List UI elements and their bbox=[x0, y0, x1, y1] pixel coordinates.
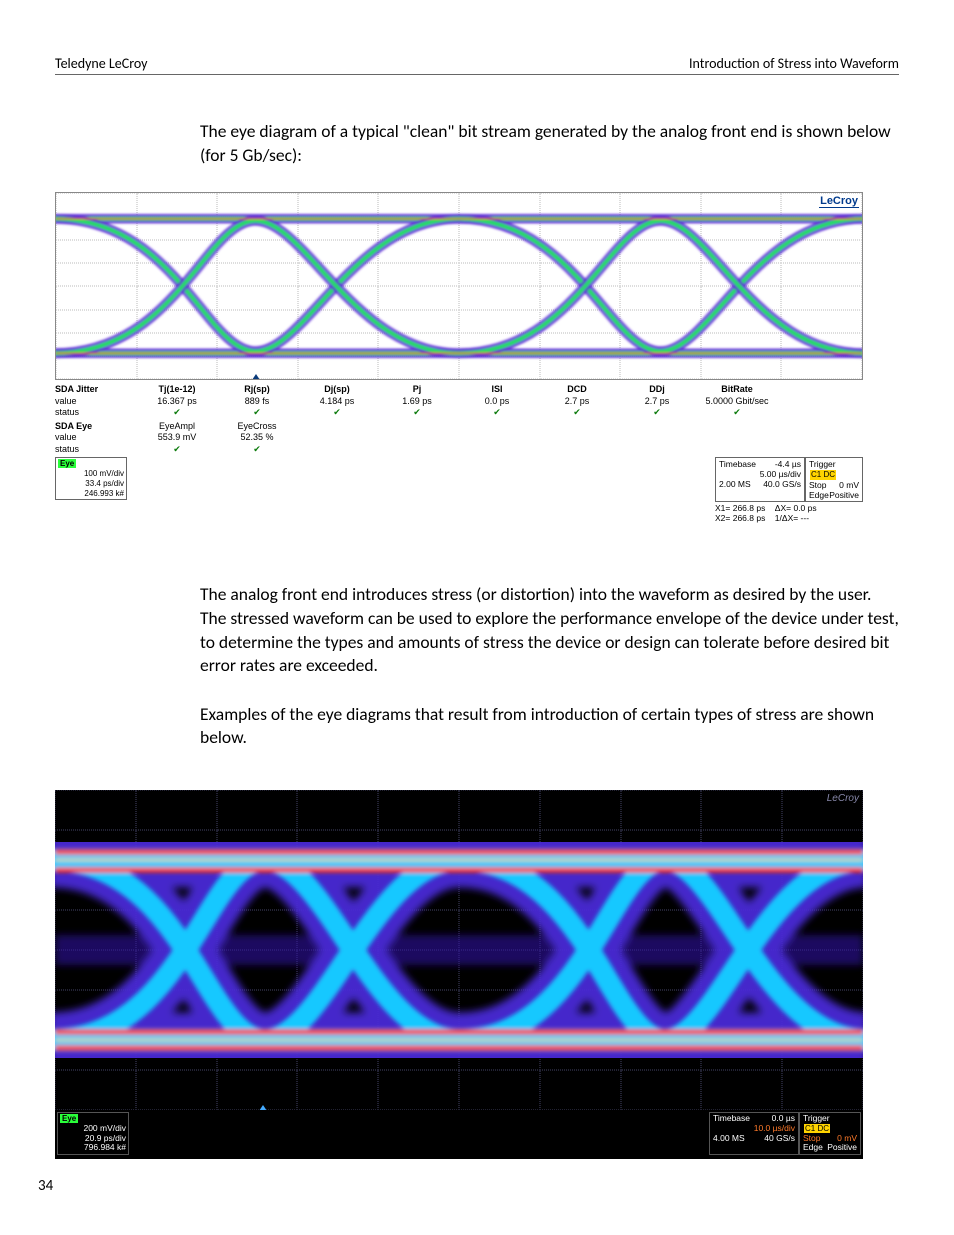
trigger-type: Edge bbox=[809, 490, 829, 500]
val-dj: 4.184 ps bbox=[297, 396, 377, 407]
col-ddj: DDj bbox=[617, 384, 697, 395]
marker-icon bbox=[252, 374, 260, 380]
sda-eye-title: SDA Eye bbox=[55, 421, 137, 432]
col-eyecross: EyeCross bbox=[217, 421, 297, 432]
val-eyecross: 52.35 % bbox=[217, 432, 297, 443]
trigger-box: Trigger C1 DC Stop 0 mV Edge Positive bbox=[799, 1112, 861, 1155]
col-tj: Tj(1e-12) bbox=[137, 384, 217, 395]
page-number: 34 bbox=[38, 1177, 53, 1195]
header-left: Teledyne LeCroy bbox=[55, 55, 148, 72]
val-bitrate: 5.0000 Gbit/sec bbox=[697, 396, 777, 407]
sda-jitter-title: SDA Jitter bbox=[55, 384, 137, 395]
trigger-type: Edge bbox=[803, 1143, 823, 1153]
status-check-icon: ✔ bbox=[697, 407, 777, 418]
timebase-record: 2.00 MS bbox=[719, 479, 751, 489]
brand-label: LeCroy bbox=[819, 195, 859, 208]
status-check-icon: ✔ bbox=[297, 407, 377, 418]
status-check-icon: ✔ bbox=[217, 407, 297, 418]
eye-tdiv: 33.4 ps/div bbox=[58, 479, 124, 489]
trigger-source-badge: C1 DC bbox=[804, 1124, 830, 1133]
eye-count: 246.993 k# bbox=[58, 489, 124, 499]
trigger-box: Trigger C1 DC Stop 0 mV Edge Positive bbox=[805, 457, 863, 502]
col-rj: Rj(sp) bbox=[217, 384, 297, 395]
timebase-title: Timebase bbox=[713, 1114, 750, 1124]
trigger-mode: Stop bbox=[809, 480, 827, 490]
sda-eye-table: SDA Eye EyeAmpl EyeCross value 553.9 mV … bbox=[55, 421, 863, 455]
timebase-div: 5.00 µs/div bbox=[719, 469, 801, 479]
brand-label: LeCroy bbox=[827, 793, 859, 804]
timebase-box: Timebase 0.0 µs 10.0 µs/div 4.00 MS 40 G… bbox=[709, 1112, 799, 1155]
col-bitrate: BitRate bbox=[697, 384, 777, 395]
col-dj: Dj(sp) bbox=[297, 384, 377, 395]
eye-trace-clean bbox=[56, 193, 862, 379]
eye-vdiv: 100 mV/div bbox=[58, 469, 124, 479]
eye-plot-clean: LeCroy bbox=[55, 192, 863, 380]
val-tj: 16.367 ps bbox=[137, 396, 217, 407]
cursor-dx: ΔX= 0.0 ps bbox=[775, 503, 817, 513]
status-check-icon: ✔ bbox=[537, 407, 617, 418]
trigger-slope: Positive bbox=[829, 490, 859, 500]
val-isi: 0.0 ps bbox=[457, 396, 537, 407]
cursor-x2: X2= 266.8 ps bbox=[715, 513, 765, 523]
timebase-record: 4.00 MS bbox=[713, 1134, 745, 1144]
timebase-trigger-panel: Timebase 0.0 µs 10.0 µs/div 4.00 MS 40 G… bbox=[709, 1112, 861, 1155]
eye-trace-stressed bbox=[55, 790, 863, 1110]
eye-plot-stressed: LeCroy bbox=[55, 790, 863, 1110]
timebase-rate: 40.0 GS/s bbox=[763, 479, 801, 489]
timebase-trigger-panel: Timebase -4.4 µs 5.00 µs/div 2.00 MS 40.… bbox=[715, 457, 863, 524]
status-check-icon: ✔ bbox=[217, 444, 297, 455]
cursor-invdx: 1/ΔX= --- bbox=[775, 513, 809, 523]
timebase-title: Timebase bbox=[719, 459, 756, 469]
trigger-slope: Positive bbox=[827, 1143, 857, 1153]
trigger-level: 0 mV bbox=[839, 480, 859, 490]
status-check-icon: ✔ bbox=[457, 407, 537, 418]
paragraph-stress: The analog front end introduces stress (… bbox=[200, 583, 899, 678]
figure-stressed-eye: LeCroy Eye 200 mV/div 20.9 ps/div 796.98… bbox=[55, 790, 863, 1159]
row-value: value bbox=[55, 396, 137, 407]
trigger-source-badge: C1 DC bbox=[810, 470, 836, 480]
row-status: status bbox=[55, 407, 137, 418]
timebase-rate: 40 GS/s bbox=[764, 1134, 795, 1144]
val-dcd: 2.7 ps bbox=[537, 396, 617, 407]
val-eyeampl: 553.9 mV bbox=[137, 432, 217, 443]
col-isi: ISI bbox=[457, 384, 537, 395]
val-pj: 1.69 ps bbox=[377, 396, 457, 407]
status-check-icon: ✔ bbox=[137, 407, 217, 418]
col-pj: Pj bbox=[377, 384, 457, 395]
col-dcd: DCD bbox=[537, 384, 617, 395]
trigger-title: Trigger bbox=[809, 459, 836, 469]
figure-clean-eye: LeCroy SDA Jitter Tj(1e-12) Rj(sp) Dj(sp… bbox=[55, 192, 863, 523]
val-ddj: 2.7 ps bbox=[617, 396, 697, 407]
eye-badge-title: Eye bbox=[60, 1114, 78, 1123]
col-eyeampl: EyeAmpl bbox=[137, 421, 217, 432]
timebase-box: Timebase -4.4 µs 5.00 µs/div 2.00 MS 40.… bbox=[715, 457, 805, 502]
paragraph-intro: The eye diagram of a typical "clean" bit… bbox=[200, 120, 899, 167]
paragraph-examples: Examples of the eye diagrams that result… bbox=[200, 703, 899, 750]
status-check-icon: ✔ bbox=[377, 407, 457, 418]
eye-count: 796.984 k# bbox=[60, 1143, 126, 1153]
trigger-title: Trigger bbox=[803, 1113, 830, 1123]
status-check-icon: ✔ bbox=[137, 444, 217, 455]
row-status: status bbox=[55, 444, 137, 455]
cursor-x1: X1= 266.8 ps bbox=[715, 503, 765, 513]
cursor-readout: X1= 266.8 ps ΔX= 0.0 ps X2= 266.8 ps 1/Δ… bbox=[715, 503, 863, 523]
header-right: Introduction of Stress into Waveform bbox=[689, 55, 899, 72]
eye-badge-title: Eye bbox=[58, 459, 76, 469]
status-check-icon: ✔ bbox=[617, 407, 697, 418]
marker-icon bbox=[259, 1105, 267, 1110]
sda-jitter-table: SDA Jitter Tj(1e-12) Rj(sp) Dj(sp) Pj IS… bbox=[55, 384, 863, 418]
timebase-offset: -4.4 µs bbox=[775, 459, 801, 469]
row-value: value bbox=[55, 432, 137, 443]
eye-scale-badge: Eye 200 mV/div 20.9 ps/div 796.984 k# bbox=[57, 1112, 129, 1155]
eye-scale-badge: Eye 100 mV/div 33.4 ps/div 246.993 k# bbox=[55, 457, 127, 500]
page-header: Teledyne LeCroy Introduction of Stress i… bbox=[55, 55, 899, 75]
val-rj: 889 fs bbox=[217, 396, 297, 407]
